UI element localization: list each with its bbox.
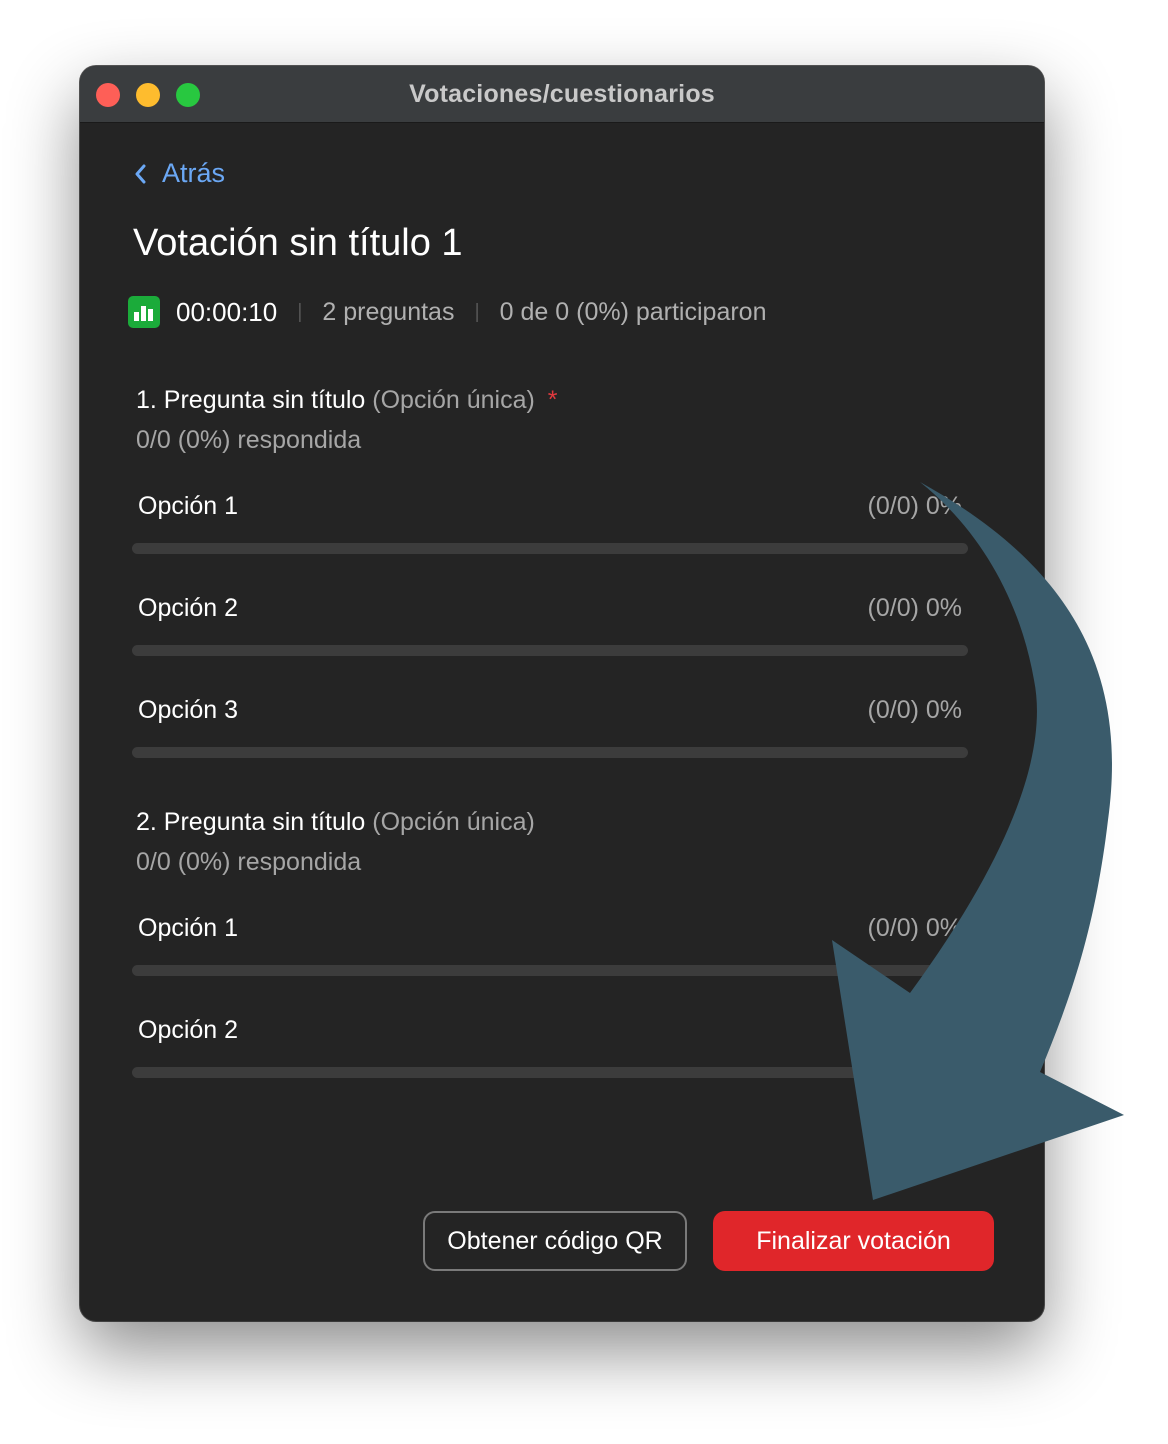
get-qr-code-button[interactable]: Obtener código QR — [423, 1211, 687, 1271]
option-result: (0/0) 0% — [867, 492, 962, 520]
result-bar — [132, 965, 968, 976]
option-result: (0/0) 0% — [867, 1016, 962, 1044]
questions-count: 2 preguntas — [322, 297, 455, 326]
question-2-title: 2. Pregunta sin título — [136, 808, 366, 836]
option-label: Opción 2 — [138, 1016, 239, 1044]
title-bar: Votaciones/cuestionarios — [80, 66, 1044, 123]
option-result: (0/0) 0% — [867, 696, 962, 724]
q2-option-2: Opción 2 (0/0) 0% — [132, 1016, 968, 1082]
poll-timer: 00:00:10 — [176, 296, 278, 327]
question-2-type: (Opción única) — [372, 808, 535, 836]
option-label: Opción 1 — [138, 492, 239, 520]
option-result: (0/0) 0% — [867, 914, 962, 942]
option-label: Opción 2 — [138, 594, 239, 622]
bar-chart-icon — [128, 296, 160, 328]
poll-meta: 00:00:10 | 2 preguntas | 0 de 0 (0%) par… — [128, 296, 766, 328]
option-result: (0/0) 0% — [867, 594, 962, 622]
result-bar — [132, 747, 968, 758]
result-bar — [132, 1067, 968, 1078]
divider: | — [474, 300, 480, 323]
end-poll-button[interactable]: Finalizar votación — [713, 1211, 994, 1271]
poll-title: Votación sin título 1 — [133, 222, 463, 264]
window-title: Votaciones/cuestionarios — [409, 80, 715, 108]
question-1-title: 1. Pregunta sin título — [136, 386, 366, 414]
participation-count: 0 de 0 (0%) participaron — [499, 297, 767, 326]
q2-option-1: Opción 1 (0/0) 0% — [132, 914, 968, 980]
option-label: Opción 1 — [138, 914, 239, 942]
q1-option-1: Opción 1 (0/0) 0% — [132, 492, 968, 558]
result-bar — [132, 645, 968, 656]
question-2-answered: 0/0 (0%) respondida — [136, 848, 362, 876]
question-2-heading: 2. Pregunta sin título (Opción única) — [136, 808, 535, 837]
question-1-answered: 0/0 (0%) respondida — [136, 426, 362, 454]
question-1-heading: 1. Pregunta sin título (Opción única) * — [136, 386, 558, 415]
option-label: Opción 3 — [138, 696, 239, 724]
required-mark: * — [547, 386, 558, 414]
result-bar — [132, 543, 968, 554]
chevron-left-icon — [135, 164, 146, 183]
question-1-type: (Opción única) — [372, 386, 535, 414]
polls-window: Votaciones/cuestionarios Atrás Votación … — [80, 66, 1044, 1321]
back-button[interactable]: Atrás — [134, 158, 225, 189]
q1-option-3: Opción 3 (0/0) 0% — [132, 696, 968, 762]
q1-option-2: Opción 2 (0/0) 0% — [132, 594, 968, 660]
back-label: Atrás — [162, 158, 226, 188]
divider: | — [297, 300, 303, 323]
